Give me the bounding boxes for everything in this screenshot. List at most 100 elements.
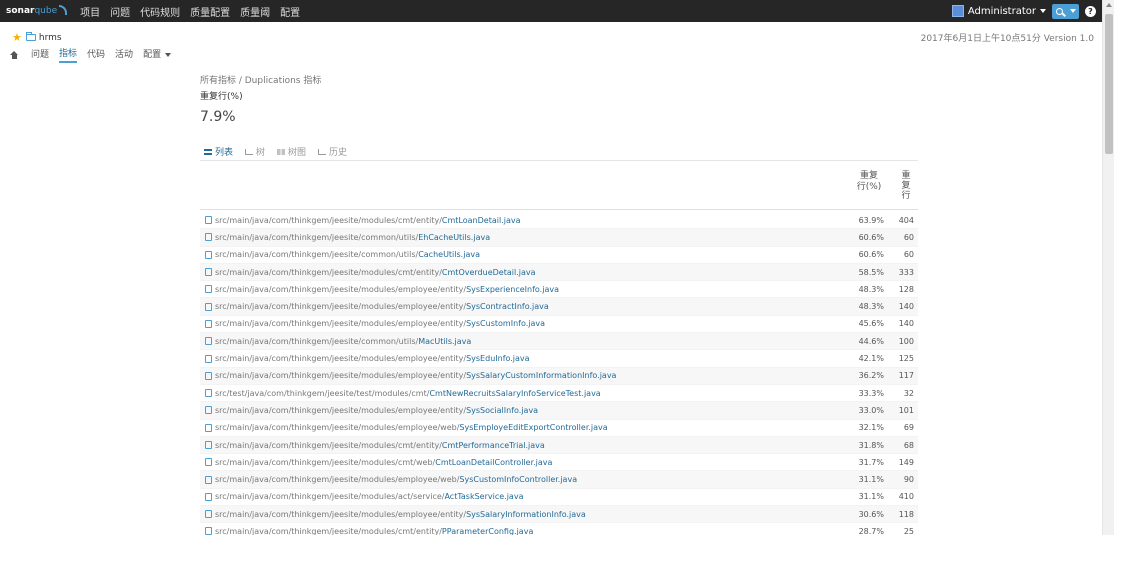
dup-lines-cell: 140: [898, 302, 914, 312]
dup-lines-cell: 25: [903, 526, 914, 535]
file-path[interactable]: src/main/java/com/thinkgem/jeesite/modul…: [215, 527, 844, 535]
treemap-icon: [277, 148, 286, 155]
table-row[interactable]: src/main/java/com/thinkgem/jeesite/modul…: [200, 454, 918, 472]
file-dir: src/main/java/com/thinkgem/jeesite/commo…: [215, 336, 419, 346]
dup-pct-cell: 58.5%: [858, 267, 884, 277]
file-path[interactable]: src/main/java/com/thinkgem/jeesite/modul…: [215, 406, 844, 415]
file-dir: src/main/java/com/thinkgem/jeesite/modul…: [215, 509, 467, 519]
scroll-up-arrow-icon[interactable]: [1105, 3, 1112, 7]
home-icon[interactable]: [10, 50, 19, 59]
tab-list[interactable]: 列表: [204, 145, 233, 158]
dup-pct-cell: 42.1%: [858, 354, 884, 364]
file-path[interactable]: src/main/java/com/thinkgem/jeesite/modul…: [215, 441, 844, 450]
file-path[interactable]: src/main/java/com/thinkgem/jeesite/modul…: [215, 216, 844, 225]
breadcrumb[interactable]: 所有指标 / Duplications 指标: [200, 73, 321, 86]
file-path[interactable]: src/main/java/com/thinkgem/jeesite/modul…: [215, 458, 844, 467]
project-nav-tabs: 问题 指标 代码 活动 配置: [10, 46, 176, 63]
tab-tree[interactable]: 树: [245, 145, 265, 158]
file-icon: [205, 510, 212, 519]
file-dir: src/main/java/com/thinkgem/jeesite/commo…: [215, 232, 419, 242]
file-dir: src/main/java/com/thinkgem/jeesite/modul…: [215, 354, 467, 364]
table-row[interactable]: src/main/java/com/thinkgem/jeesite/modul…: [200, 367, 918, 385]
file-dir: src/main/java/com/thinkgem/jeesite/modul…: [215, 302, 467, 312]
table-row[interactable]: src/main/java/com/thinkgem/jeesite/commo…: [200, 333, 918, 351]
nav-quality-profiles[interactable]: 质量配置: [190, 4, 230, 19]
sonarqube-logo[interactable]: sonar qube: [6, 5, 68, 16]
tab-treemap[interactable]: 树图: [277, 145, 306, 158]
project-name[interactable]: hrms: [39, 33, 62, 43]
project-context-bar: ★ hrms 2017年6月1日上午10点51分 Version 1.0 问题 …: [0, 22, 1102, 63]
dup-pct-cell: 31.7%: [858, 457, 884, 467]
file-path[interactable]: src/main/java/com/thinkgem/jeesite/modul…: [215, 285, 844, 294]
scrollbar-thumb[interactable]: [1105, 14, 1113, 154]
file-path[interactable]: src/main/java/com/thinkgem/jeesite/modul…: [215, 423, 844, 432]
file-path[interactable]: src/main/java/com/thinkgem/jeesite/commo…: [215, 337, 844, 346]
file-path[interactable]: src/test/java/com/thinkgem/jeesite/test/…: [215, 389, 844, 398]
nav-quality-gates[interactable]: 质量阈: [240, 4, 270, 19]
search-button[interactable]: [1052, 3, 1079, 19]
list-icon: [204, 148, 212, 155]
metric-name: 重复行(%): [200, 92, 243, 102]
column-header-dup-lines[interactable]: 重复行: [899, 171, 913, 201]
table-row[interactable]: src/main/java/com/thinkgem/jeesite/modul…: [200, 489, 918, 507]
dup-pct-cell: 30.6%: [858, 509, 884, 519]
tab-history[interactable]: 历史: [318, 145, 347, 158]
file-path[interactable]: src/main/java/com/thinkgem/jeesite/modul…: [215, 319, 844, 328]
file-path[interactable]: src/main/java/com/thinkgem/jeesite/modul…: [215, 475, 844, 484]
tab-measures[interactable]: 指标: [59, 46, 78, 63]
file-path[interactable]: src/main/java/com/thinkgem/jeesite/modul…: [215, 510, 844, 519]
help-icon[interactable]: ?: [1085, 5, 1096, 17]
table-row[interactable]: src/main/java/com/thinkgem/jeesite/modul…: [200, 506, 918, 524]
tab-activity[interactable]: 活动: [115, 47, 133, 62]
file-path[interactable]: src/main/java/com/thinkgem/jeesite/modul…: [215, 371, 844, 380]
file-dir: src/main/java/com/thinkgem/jeesite/modul…: [215, 492, 445, 502]
table-row[interactable]: src/main/java/com/thinkgem/jeesite/modul…: [200, 471, 918, 489]
dup-pct-cell: 48.3%: [858, 284, 884, 294]
table-row[interactable]: src/main/java/com/thinkgem/jeesite/modul…: [200, 523, 918, 535]
dup-pct-cell: 44.6%: [858, 336, 884, 346]
table-row[interactable]: src/main/java/com/thinkgem/jeesite/commo…: [200, 229, 918, 247]
page-scrollbar[interactable]: [1102, 0, 1114, 535]
file-name: CmtLoanDetail.java: [441, 215, 521, 225]
table-row[interactable]: src/main/java/com/thinkgem/jeesite/commo…: [200, 247, 918, 264]
dup-lines-cell: 125: [898, 354, 914, 364]
file-icon: [205, 423, 212, 432]
tab-list-label: 列表: [215, 148, 234, 158]
file-path[interactable]: src/main/java/com/thinkgem/jeesite/modul…: [215, 354, 844, 363]
tab-code[interactable]: 代码: [87, 47, 105, 62]
nav-issues[interactable]: 问题: [110, 4, 130, 19]
favorite-star-icon[interactable]: ★: [12, 31, 22, 44]
tab-administration[interactable]: 配置: [143, 47, 172, 62]
dup-pct-cell: 45.6%: [858, 319, 884, 329]
table-row[interactable]: src/main/java/com/thinkgem/jeesite/modul…: [200, 263, 918, 282]
nav-projects[interactable]: 项目: [80, 4, 100, 19]
table-row[interactable]: src/main/java/com/thinkgem/jeesite/modul…: [200, 281, 918, 299]
file-path[interactable]: src/main/java/com/thinkgem/jeesite/modul…: [215, 268, 844, 277]
table-row[interactable]: src/main/java/com/thinkgem/jeesite/modul…: [200, 212, 918, 230]
user-menu[interactable]: Administrator: [951, 5, 1046, 17]
table-row[interactable]: src/main/java/com/thinkgem/jeesite/modul…: [200, 350, 918, 368]
dup-pct-cell: 48.3%: [858, 302, 884, 312]
navbar-right: Administrator ?: [951, 0, 1102, 22]
nav-administration[interactable]: 配置: [280, 4, 300, 19]
dup-lines-cell: 101: [898, 405, 914, 415]
file-name: CmtOverdueDetail.java: [441, 267, 536, 277]
table-row[interactable]: src/test/java/com/thinkgem/jeesite/test/…: [200, 385, 918, 403]
column-header-dup-pct[interactable]: 重复行(%): [856, 171, 882, 193]
nav-rules[interactable]: 代码规则: [140, 4, 180, 19]
file-path[interactable]: src/main/java/com/thinkgem/jeesite/modul…: [215, 492, 844, 501]
table-row[interactable]: src/main/java/com/thinkgem/jeesite/modul…: [200, 298, 918, 316]
dup-lines-cell: 117: [898, 371, 914, 381]
file-path[interactable]: src/main/java/com/thinkgem/jeesite/commo…: [215, 233, 844, 242]
tab-issues[interactable]: 问题: [31, 47, 49, 62]
file-path[interactable]: src/main/java/com/thinkgem/jeesite/modul…: [215, 302, 844, 311]
logo-curve-icon: [59, 5, 68, 15]
file-dir: src/main/java/com/thinkgem/jeesite/modul…: [215, 371, 467, 381]
table-row[interactable]: src/main/java/com/thinkgem/jeesite/modul…: [200, 316, 918, 334]
table-row[interactable]: src/main/java/com/thinkgem/jeesite/modul…: [200, 402, 918, 420]
table-row[interactable]: src/main/java/com/thinkgem/jeesite/modul…: [200, 420, 918, 437]
view-tabs: 列表 树 树图 历史: [204, 145, 359, 158]
file-path[interactable]: src/main/java/com/thinkgem/jeesite/commo…: [215, 250, 844, 259]
table-row[interactable]: src/main/java/com/thinkgem/jeesite/modul…: [200, 436, 918, 455]
dup-lines-cell: 69: [903, 423, 914, 433]
